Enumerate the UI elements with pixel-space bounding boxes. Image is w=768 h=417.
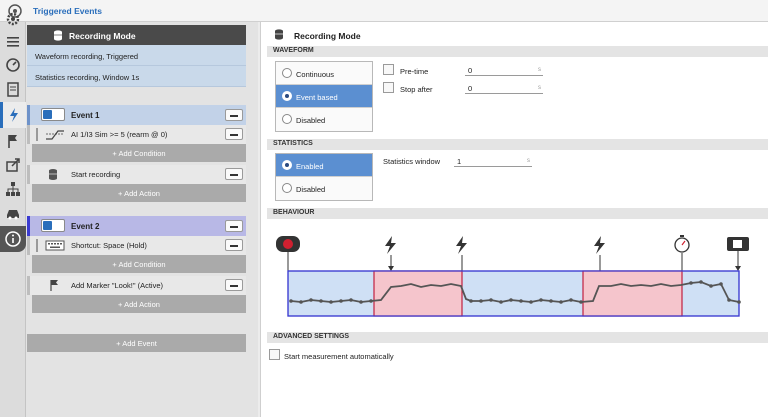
waveform-summary: Waveform recording, Triggered [27, 45, 246, 66]
event-block-2: Event 2 Shortcut: Space (Hold) + Add Con… [27, 216, 246, 313]
lightning-icon [385, 236, 396, 254]
database-icon [45, 168, 65, 181]
pre-time-value: 0 [468, 66, 473, 75]
drag-handle[interactable] [36, 239, 38, 252]
waveform-section-header: WAVEFORM [267, 46, 768, 57]
condition-text: AI 1/I3 Sim >= 5 (rearm @ 0) [71, 130, 168, 139]
event-enable-toggle[interactable] [41, 219, 65, 232]
statistics-window-value: 1 [457, 157, 462, 166]
side-icon-strip [0, 12, 27, 417]
remove-event-button[interactable] [225, 109, 243, 121]
start-automatically-label: Start measurement automatically [284, 352, 394, 361]
radio-label: Enabled [296, 162, 324, 171]
event-enable-toggle[interactable] [41, 108, 65, 121]
advanced-section-header: ADVANCED SETTINGS [267, 332, 768, 343]
recording-region-2 [582, 270, 683, 317]
action-item[interactable]: Start recording [27, 165, 246, 184]
statistics-section-header: STATISTICS [267, 139, 768, 150]
action-text: Add Marker "Look!" (Active) [71, 281, 164, 290]
start-automatically-checkbox[interactable] [269, 349, 280, 360]
statistics-summary: Statistics recording, Window 1s [27, 66, 246, 87]
network-icon[interactable] [4, 180, 22, 198]
panel-title-bar: Recording Mode [261, 22, 768, 44]
database-icon [274, 29, 284, 40]
info-icon[interactable] [0, 226, 26, 252]
unit-label: s [527, 158, 530, 164]
title-bar: Triggered Events [0, 0, 768, 22]
remove-condition-button[interactable] [225, 128, 243, 140]
pre-time-checkbox[interactable] [383, 64, 394, 75]
add-condition-button[interactable]: + Add Condition [32, 144, 246, 162]
events-panel: Recording Mode Waveform recording, Trigg… [26, 22, 258, 417]
window-title: Triggered Events [33, 6, 102, 16]
stop-after-input[interactable]: 0s [465, 84, 543, 94]
flag-icon[interactable] [4, 132, 22, 150]
car-icon[interactable] [4, 204, 22, 222]
radio-event-based[interactable]: Event based [276, 85, 372, 108]
radio-label: Disabled [296, 185, 326, 194]
clipboard-icon[interactable] [4, 80, 22, 98]
event-block-1: Event 1 AI 1/I3 Sim >= 5 (rearm @ 0) + A… [27, 105, 246, 202]
event-header[interactable]: Event 2 [27, 216, 246, 236]
recording-mode-header: Recording Mode [27, 25, 246, 45]
radio-disabled[interactable]: Disabled [276, 108, 372, 131]
lightning-icon [594, 236, 605, 254]
condition-item[interactable]: AI 1/I3 Sim >= 5 (rearm @ 0) [27, 125, 246, 144]
unit-label: s [538, 67, 541, 73]
behaviour-section-header: BEHAVIOUR [267, 208, 768, 219]
event-header[interactable]: Event 1 [27, 105, 246, 125]
radio-disabled[interactable]: Disabled [276, 177, 372, 200]
record-start-icon [276, 236, 300, 252]
add-action-button[interactable]: + Add Action [32, 184, 246, 202]
remove-condition-button[interactable] [225, 239, 243, 251]
add-action-button[interactable]: + Add Action [32, 295, 246, 313]
stop-after-label: Stop after [400, 85, 433, 94]
lightning-icon [456, 236, 467, 254]
stop-after-value: 0 [468, 84, 473, 93]
pre-time-input[interactable]: 0s [465, 66, 543, 76]
radio-label: Disabled [296, 116, 326, 125]
threshold-icon [45, 128, 65, 141]
stop-icon [727, 237, 749, 251]
condition-text: Shortcut: Space (Hold) [71, 241, 147, 250]
event-label: Event 2 [71, 222, 100, 231]
statistics-window-label: Statistics window [383, 157, 441, 166]
stopwatch-icon [674, 235, 690, 253]
radio-label: Continuous [296, 70, 334, 79]
radio-label: Event based [296, 93, 338, 102]
recording-mode-card[interactable]: Recording Mode Waveform recording, Trigg… [27, 25, 246, 87]
lightning-icon[interactable] [0, 102, 27, 128]
add-condition-button[interactable]: + Add Condition [32, 255, 246, 273]
database-icon [53, 30, 63, 41]
recording-mode-header-label: Recording Mode [69, 31, 136, 41]
action-item[interactable]: Add Marker "Look!" (Active) [27, 276, 246, 295]
radio-continuous[interactable]: Continuous [276, 62, 372, 85]
keyboard-icon [45, 239, 65, 252]
statistics-mode-group: Enabled Disabled [275, 153, 373, 201]
stop-after-checkbox[interactable] [383, 82, 394, 93]
action-text: Start recording [71, 170, 121, 179]
condition-item[interactable]: Shortcut: Space (Hold) [27, 236, 246, 255]
recording-mode-panel: Recording Mode WAVEFORM Continuous Event… [260, 22, 768, 417]
unit-label: s [538, 85, 541, 91]
remove-action-button[interactable] [225, 168, 243, 180]
gear-icon[interactable] [4, 10, 22, 28]
drag-handle[interactable] [36, 128, 38, 141]
recording-region-1 [373, 270, 463, 317]
flag-icon [45, 279, 65, 292]
add-event-button[interactable]: + Add Event [27, 334, 246, 352]
waveform-mode-group: Continuous Event based Disabled [275, 61, 373, 132]
radio-enabled[interactable]: Enabled [276, 154, 372, 177]
event-label: Event 1 [71, 111, 100, 120]
list-icon[interactable] [4, 33, 22, 51]
panel-title: Recording Mode [294, 31, 361, 41]
pre-time-label: Pre-time [400, 67, 429, 76]
export-icon[interactable] [4, 156, 22, 174]
behaviour-diagram [276, 235, 749, 317]
remove-event-button[interactable] [225, 220, 243, 232]
remove-action-button[interactable] [225, 279, 243, 291]
gauge-icon[interactable] [4, 56, 22, 74]
statistics-window-input[interactable]: 1s [454, 157, 532, 167]
